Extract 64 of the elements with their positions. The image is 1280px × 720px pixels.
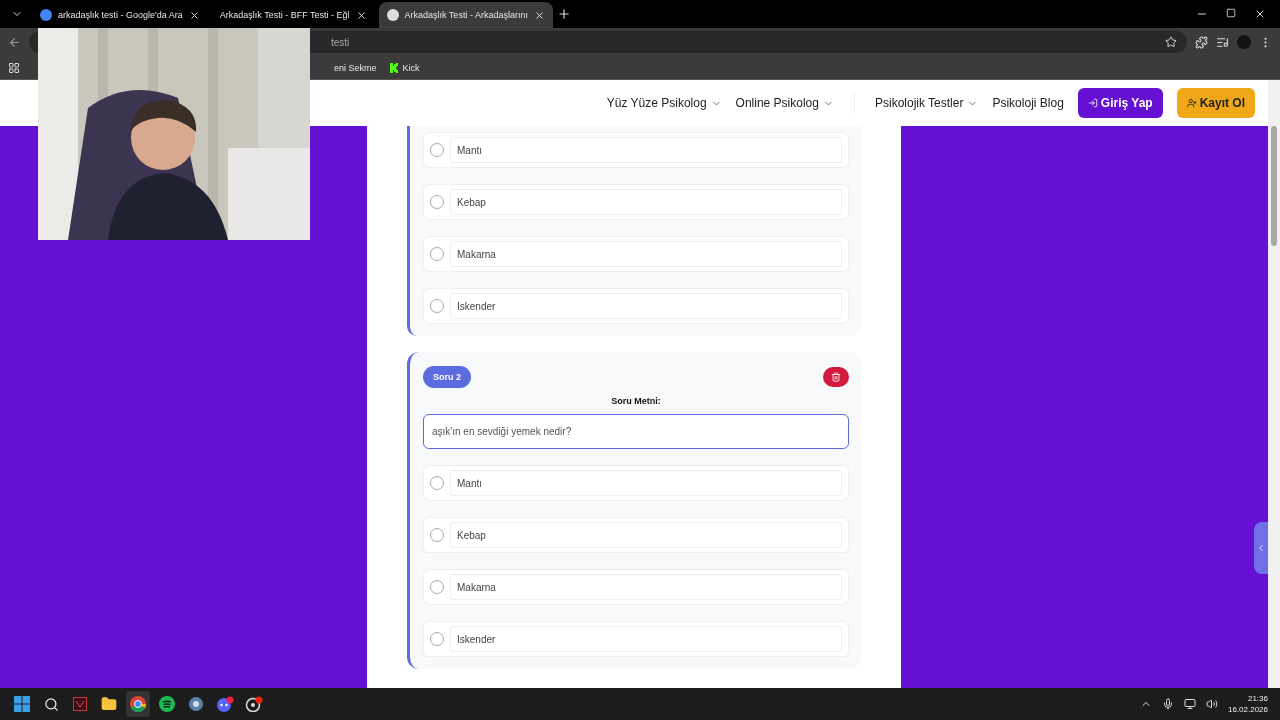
radio-button[interactable]	[430, 476, 444, 490]
network-icon[interactable]	[1183, 698, 1196, 710]
option-input[interactable]: İskender	[450, 626, 842, 652]
k-logo-icon	[388, 62, 399, 73]
favicon-icon	[40, 9, 52, 21]
folder-icon	[101, 696, 117, 712]
clock[interactable]: 21:36 16.02.2026	[1227, 693, 1268, 715]
option-input[interactable]: Makarna	[450, 574, 842, 600]
taskbar-button[interactable]	[126, 691, 150, 717]
app-icon	[73, 697, 87, 711]
record-icon	[245, 696, 263, 712]
signup-button[interactable]: Kayıt Ol	[1176, 88, 1255, 118]
new-tab-icon[interactable]	[556, 7, 571, 21]
option-input[interactable]: İskender	[450, 293, 842, 319]
spotify-icon	[159, 696, 175, 712]
browser-tab[interactable]: Arkadaşlık Testi - Arkadaşlarını	[378, 2, 553, 28]
radio-button[interactable]	[430, 195, 444, 209]
nav-link[interactable]: Psikoloji Blog	[992, 96, 1064, 110]
search-icon	[43, 696, 59, 712]
radio-button[interactable]	[430, 299, 444, 313]
radio-button[interactable]	[430, 632, 444, 646]
chat-icon	[216, 696, 234, 712]
volume-icon[interactable]	[1205, 698, 1218, 710]
chrome-icon	[130, 696, 146, 712]
close-icon[interactable]	[533, 9, 545, 21]
question-label: Soru Metni:	[610, 396, 662, 406]
option-input[interactable]: Makarna	[450, 241, 842, 267]
nav-link[interactable]: Psikolojik Testler	[874, 96, 979, 110]
question-number-label: Soru 2	[423, 366, 471, 388]
media-icon[interactable]	[1216, 35, 1229, 49]
radio-button[interactable]	[430, 247, 444, 261]
trash-icon	[831, 372, 841, 382]
radio-button[interactable]	[430, 143, 444, 157]
question-input[interactable]: aşık'ın en sevdiği yemek nedir?	[423, 414, 849, 449]
bookmark-star-icon[interactable]	[1165, 36, 1177, 48]
extensions-icon[interactable]	[1195, 35, 1208, 49]
side-panel-toggle[interactable]	[1254, 522, 1268, 574]
login-icon	[1087, 98, 1098, 108]
browser-tab[interactable]: arkadaşlık testi - Google'da Ara	[32, 2, 208, 28]
radio-button[interactable]	[430, 580, 444, 594]
option-input[interactable]: Kebap	[450, 522, 842, 548]
nav-link[interactable]: Online Psikolog	[735, 96, 834, 110]
option-input[interactable]: Mantı	[450, 137, 842, 163]
browser-tab[interactable]: Arkadaşlık Testi - BFF Testi - Eğl	[211, 2, 375, 28]
bookmark-link[interactable]: Kick	[388, 62, 420, 73]
user-plus-icon	[1186, 98, 1197, 108]
close-icon[interactable]	[188, 9, 200, 21]
option-input[interactable]: Kebap	[450, 189, 842, 215]
favicon-icon	[386, 9, 399, 21]
login-button[interactable]: Giriş Yap	[1077, 88, 1163, 118]
radio-button[interactable]	[430, 528, 444, 542]
microphone-icon[interactable]	[1161, 698, 1174, 710]
option-input[interactable]: Mantı	[450, 470, 842, 496]
nav-link[interactable]: Yüz Yüze Psikolog	[606, 96, 722, 110]
apps-icon[interactable]	[8, 61, 20, 74]
bookmark-link[interactable]: eni Sekme	[334, 62, 377, 73]
scrollbar[interactable]	[1268, 80, 1280, 688]
windows-icon	[14, 696, 30, 712]
back-icon[interactable]	[8, 35, 21, 49]
close-icon[interactable]	[355, 9, 367, 21]
close-icon[interactable]	[1254, 8, 1266, 20]
delete-button[interactable]	[823, 367, 849, 387]
restore-icon[interactable]	[1226, 8, 1236, 18]
chevron-left-icon	[1256, 543, 1266, 553]
